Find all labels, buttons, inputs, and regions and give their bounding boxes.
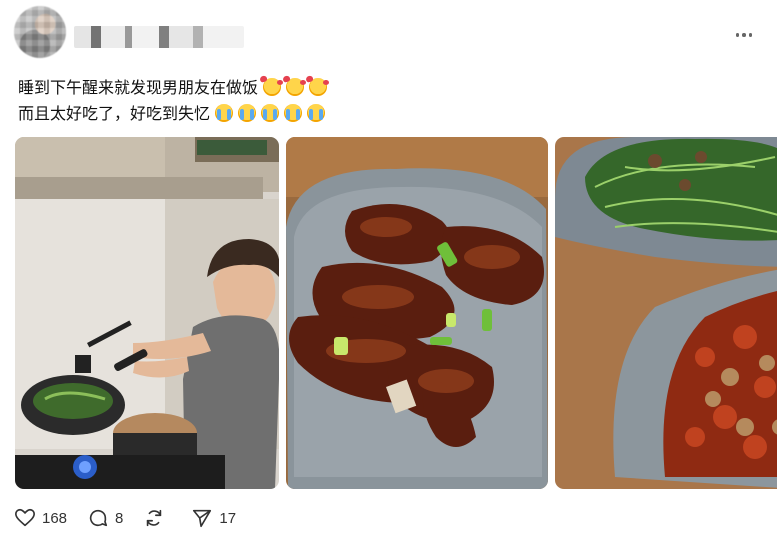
smiling-face-with-hearts-icon [263, 78, 284, 96]
braised-ribs-photo [286, 137, 548, 489]
vegetables-and-chili-chicken-photo [555, 137, 777, 489]
like-button[interactable]: 168 [14, 507, 67, 529]
photo-ribs[interactable] [286, 137, 548, 489]
repost-icon [147, 509, 162, 527]
post-line-1: 睡到下午醒来就发现男朋友在做饭 [18, 76, 758, 102]
post-header [14, 6, 754, 62]
repost-button[interactable] [143, 507, 171, 529]
like-count: 168 [42, 509, 68, 527]
comment-icon [89, 509, 108, 527]
send-icon [193, 509, 212, 528]
photo-dishes[interactable] [555, 137, 777, 489]
loudly-crying-face-icon [215, 104, 234, 122]
more-options-icon[interactable] [732, 24, 756, 46]
smiling-face-with-hearts-icon [286, 78, 307, 96]
post-text: 睡到下午醒来就发现男朋友在做饭 而且太好吃了，好吃到失忆 [18, 76, 758, 128]
smiling-face-with-hearts-icon [309, 78, 330, 96]
photo-cooking[interactable] [15, 137, 279, 489]
loudly-crying-face-icon [261, 104, 280, 122]
post-line-2-text: 而且太好吃了，好吃到失忆 [18, 106, 211, 123]
reply-button[interactable]: 8 [87, 507, 123, 529]
loudly-crying-face-icon [307, 104, 326, 122]
post-line-1-text: 睡到下午醒来就发现男朋友在做饭 [18, 80, 259, 97]
loudly-crying-face-icon [284, 104, 303, 122]
heart-icon [15, 508, 35, 527]
man-cooking-photo [15, 137, 279, 489]
avatar[interactable] [14, 6, 66, 58]
username-blurred[interactable] [74, 26, 244, 48]
loudly-crying-face-icon [238, 104, 257, 122]
post-line-2: 而且太好吃了，好吃到失忆 [18, 102, 758, 128]
photo-gallery[interactable] [15, 137, 777, 489]
share-button[interactable]: 17 [191, 507, 236, 529]
action-bar: 168 8 17 [14, 504, 256, 532]
share-count: 17 [219, 509, 237, 527]
reply-count: 8 [115, 509, 124, 527]
